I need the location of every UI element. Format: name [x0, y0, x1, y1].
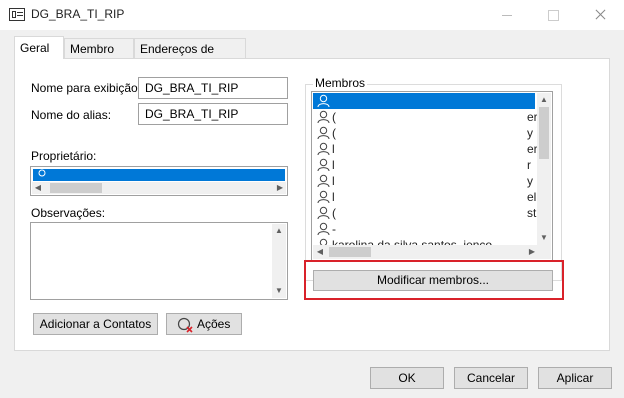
display-name-label: Nome para exibição: — [31, 81, 142, 95]
scroll-down-icon[interactable]: ▼ — [274, 286, 284, 296]
list-item[interactable] — [313, 93, 535, 109]
list-item[interactable]: (y — [313, 125, 535, 141]
person-icon — [317, 158, 330, 172]
scroll-thumb[interactable] — [50, 183, 102, 193]
member-name: l — [332, 174, 335, 188]
person-icon — [317, 174, 330, 188]
notes-textarea[interactable]: ▲ ▼ — [30, 222, 288, 300]
person-icon — [317, 142, 330, 156]
owner-field[interactable]: ◀ ▶ — [30, 166, 288, 196]
list-item[interactable]: ly — [313, 173, 535, 189]
member-detail: y — [527, 126, 533, 140]
member-detail: st — [527, 206, 537, 220]
scroll-right-icon[interactable]: ▶ — [527, 247, 537, 257]
scroll-left-icon[interactable]: ◀ — [315, 247, 325, 257]
list-item[interactable]: l er — [313, 141, 538, 157]
person-icon — [317, 190, 330, 204]
members-group-label: Membros — [313, 76, 368, 90]
scroll-up-icon[interactable]: ▲ — [274, 226, 284, 236]
person-icon — [317, 206, 330, 220]
alias-label: Nome do alias: — [31, 108, 112, 122]
member-detail: r — [527, 158, 531, 172]
notes-vertical-scrollbar[interactable]: ▲ ▼ — [272, 224, 286, 298]
member-name: ( — [332, 206, 336, 220]
owner-horizontal-scrollbar[interactable]: ◀ ▶ — [32, 182, 286, 194]
ok-button[interactable]: OK — [370, 367, 444, 389]
member-name: l — [332, 158, 335, 172]
member-detail: el — [527, 190, 537, 204]
scroll-thumb[interactable] — [539, 107, 549, 159]
members-vertical-scrollbar[interactable]: ▲ ▼ — [537, 93, 551, 245]
owner-selection — [33, 169, 285, 181]
alias-field[interactable]: DG_BRA_TI_RIP — [138, 103, 288, 125]
member-detail: y — [527, 174, 533, 188]
member-name: ( — [332, 126, 336, 140]
list-item[interactable]: lr — [313, 157, 535, 173]
person-icon — [317, 110, 330, 124]
list-item[interactable]: ( st — [313, 205, 537, 221]
person-icon — [38, 169, 46, 177]
scroll-left-icon[interactable]: ◀ — [33, 183, 43, 193]
highlight-box — [304, 260, 564, 300]
actions-label: Ações — [197, 317, 231, 331]
member-name: ( — [332, 110, 336, 124]
scroll-down-icon[interactable]: ▼ — [539, 233, 549, 243]
person-icon — [317, 94, 330, 108]
notes-label: Observações: — [31, 206, 106, 220]
cancel-button[interactable]: Cancelar — [454, 367, 528, 389]
scroll-thumb[interactable] — [329, 247, 371, 257]
display-name-field[interactable]: DG_BRA_TI_RIP — [138, 77, 288, 99]
person-icon — [317, 126, 330, 140]
list-item[interactable]: - — [313, 221, 535, 237]
list-item[interactable]: l el — [313, 189, 537, 205]
add-to-contacts-button[interactable]: Adicionar a Contatos — [33, 313, 158, 335]
members-horizontal-scrollbar[interactable]: ◀ ▶ — [313, 245, 551, 259]
actions-icon — [177, 317, 193, 333]
scroll-up-icon[interactable]: ▲ — [539, 95, 549, 105]
member-name: - — [332, 222, 336, 236]
scroll-right-icon[interactable]: ▶ — [275, 183, 285, 193]
member-name: l — [332, 142, 335, 156]
owner-label: Proprietário: — [31, 149, 97, 163]
list-item[interactable]: (er — [313, 109, 538, 125]
members-list[interactable]: (er(ylerlrlylel(st-karolina da silva san… — [311, 91, 553, 261]
actions-button[interactable]: Ações — [166, 313, 242, 335]
person-icon — [317, 222, 330, 236]
member-name: l — [332, 190, 335, 204]
apply-button[interactable]: Aplicar — [538, 367, 612, 389]
